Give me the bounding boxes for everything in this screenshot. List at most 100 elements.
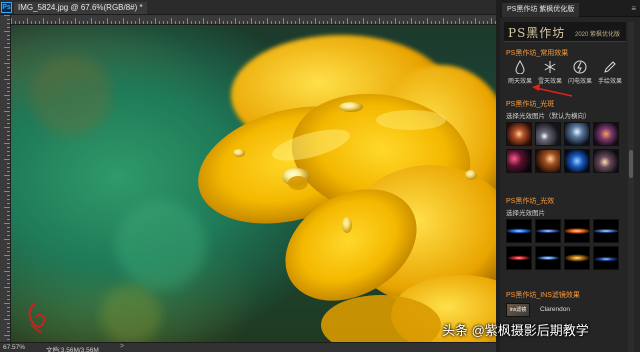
ruler-tick — [87, 21, 88, 24]
light-thumb[interactable] — [564, 246, 590, 270]
panel-scroll-thumb[interactable] — [629, 150, 633, 178]
flare-thumb[interactable] — [506, 122, 532, 146]
ruler-tick — [7, 179, 10, 180]
ruler-tick — [71, 21, 72, 24]
panel-scrollbar[interactable] — [628, 22, 634, 352]
ruler-tick — [19, 21, 20, 24]
ruler-tick — [215, 21, 216, 24]
ruler-tick — [7, 23, 10, 24]
ruler-tick — [399, 21, 400, 24]
ruler-tick — [4, 303, 10, 304]
ruler-tick — [7, 19, 10, 20]
ruler-tick — [435, 21, 436, 24]
ruler-tick — [423, 21, 424, 24]
ruler-tick — [479, 21, 480, 24]
watermark-text: 头条 @紫枫摄影后期教学 — [442, 323, 589, 338]
light-thumb[interactable] — [535, 246, 561, 270]
ruler-tick — [339, 21, 340, 24]
ruler-tick — [159, 21, 160, 24]
flare-thumb[interactable] — [535, 122, 561, 146]
light-thumb[interactable] — [506, 219, 532, 243]
effect-label: 手绘效果 — [597, 79, 622, 85]
ruler-tick — [375, 21, 376, 24]
light-thumb[interactable] — [593, 219, 619, 243]
flare-thumb[interactable] — [506, 149, 532, 173]
ruler-tick — [203, 18, 204, 24]
effect-rain-button[interactable]: 雨天效果 — [506, 60, 534, 90]
ruler-tick — [7, 279, 10, 280]
status-menu-arrow-icon[interactable]: > — [120, 343, 124, 350]
ruler-tick — [4, 127, 10, 128]
image-canvas[interactable] — [11, 25, 496, 342]
ruler-tick — [7, 311, 10, 312]
panel-menu-icon[interactable]: ≡ — [631, 4, 636, 13]
filter-clarendon-item[interactable]: ins滤镜 Clarendon — [506, 303, 624, 317]
ruler-tick — [99, 21, 100, 24]
flare-thumb[interactable] — [593, 149, 619, 173]
flare-thumb[interactable] — [593, 122, 619, 146]
ruler-tick — [7, 87, 10, 88]
ruler-tick — [143, 21, 144, 24]
ruler-tick — [451, 21, 452, 24]
light-thumb[interactable] — [506, 246, 532, 270]
tab-ps-workshop[interactable]: PS黑作坊 紫枫优化版 — [502, 3, 580, 17]
raindrop-icon — [515, 60, 525, 74]
ruler-tick — [471, 21, 472, 24]
light-thumbnail-grid — [506, 219, 619, 270]
ruler-tick — [111, 21, 112, 24]
ruler-tick — [127, 21, 128, 24]
ruler-tick — [7, 163, 10, 164]
ruler-tick — [187, 18, 188, 24]
flare-thumb[interactable] — [535, 149, 561, 173]
light-thumb[interactable] — [593, 246, 619, 270]
ruler-tick — [7, 291, 10, 292]
ruler-tick — [7, 67, 10, 68]
ruler-tick — [483, 21, 484, 24]
document-tab[interactable]: IMG_5824.jpg @ 67.6%(RGB/8#) * — [14, 2, 147, 14]
ruler-tick — [39, 21, 40, 24]
ruler-tick — [175, 21, 176, 24]
ruler-tick — [419, 21, 420, 24]
flare-thumb[interactable] — [564, 122, 590, 146]
ruler-tick — [359, 21, 360, 24]
ruler-tick — [7, 307, 10, 308]
ruler-tick — [343, 21, 344, 24]
light-thumb[interactable] — [535, 219, 561, 243]
ruler-tick — [4, 175, 10, 176]
ruler-tick — [403, 21, 404, 24]
light-thumb[interactable] — [564, 219, 590, 243]
effect-lightning-button[interactable]: 闪电效果 — [566, 60, 594, 90]
ruler-tick — [4, 191, 10, 192]
ruler-tick — [7, 103, 10, 104]
banner-logo: PS黑作坊 — [508, 26, 566, 40]
ruler-tick — [4, 335, 10, 336]
horizontal-ruler[interactable] — [11, 15, 496, 25]
ruler-tick — [439, 21, 440, 24]
ruler-tick — [63, 21, 64, 24]
light-hint: 选择光效图片 — [506, 210, 545, 217]
ruler-tick — [467, 21, 468, 24]
ruler-tick — [207, 21, 208, 24]
vertical-ruler[interactable] — [0, 15, 11, 342]
ruler-tick — [407, 21, 408, 24]
flare-thumb[interactable] — [564, 149, 590, 173]
ruler-tick — [287, 21, 288, 24]
effect-handdrawn-button[interactable]: 手绘效果 — [596, 60, 624, 90]
section-flare: PS黑作坊_光斑 — [506, 101, 555, 108]
ruler-tick — [387, 21, 388, 24]
ruler-tick — [311, 21, 312, 24]
ruler-tick — [4, 111, 10, 112]
ruler-tick — [431, 21, 432, 24]
ruler-tick — [183, 21, 184, 24]
ruler-tick — [331, 18, 332, 24]
document-tab-bar: Ps IMG_5824.jpg @ 67.6%(RGB/8#) * — [0, 0, 496, 15]
ruler-tick — [7, 219, 10, 220]
ruler-tick — [115, 21, 116, 24]
ruler-tick — [123, 18, 124, 24]
effect-snow-button[interactable]: 雪天效果 — [536, 60, 564, 90]
section-light: PS黑作坊_光效 — [506, 198, 555, 205]
ruler-tick — [7, 83, 10, 84]
ruler-tick — [4, 143, 10, 144]
zoom-level[interactable]: 67.57% — [3, 344, 25, 351]
ruler-tick — [395, 18, 396, 24]
